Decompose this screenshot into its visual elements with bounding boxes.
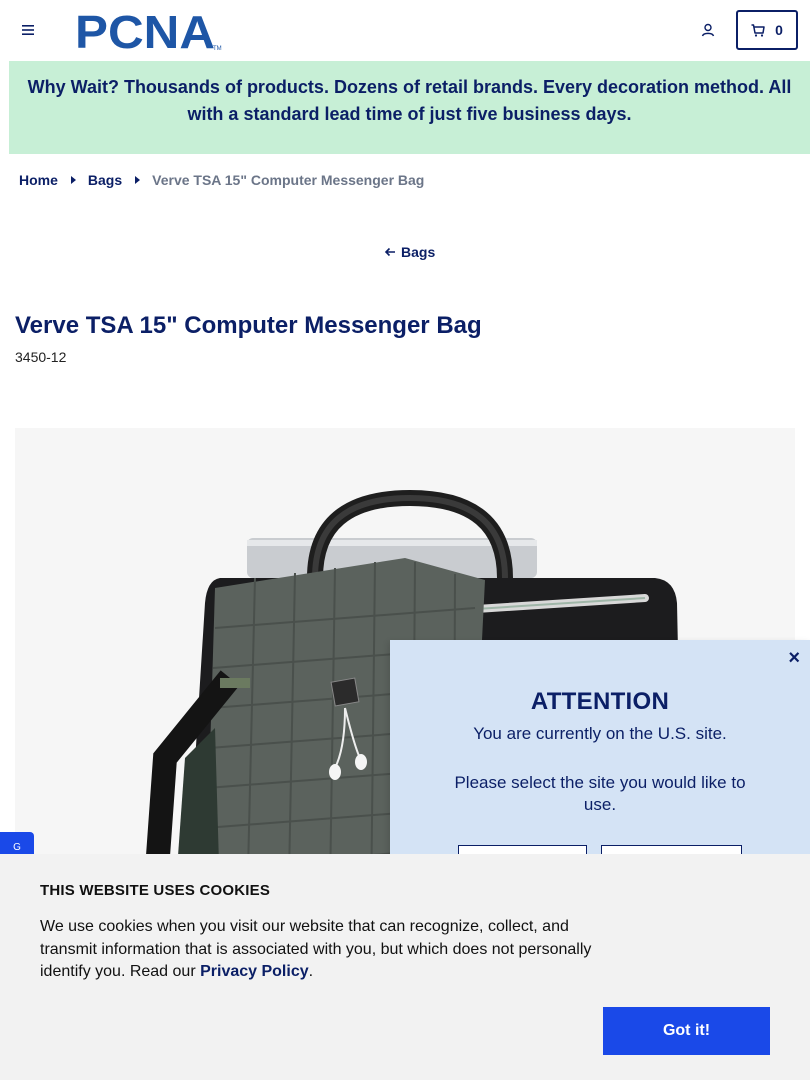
product-sku: 3450-12 xyxy=(15,349,67,365)
logo-trademark: TM xyxy=(213,46,222,52)
modal-select-site-text: Please select the site you would like to… xyxy=(454,773,746,814)
product-title: Verve TSA 15" Computer Messenger Bag xyxy=(15,312,482,339)
menu-button[interactable] xyxy=(18,20,38,40)
account-button[interactable] xyxy=(698,20,718,40)
site-header: PCNA TM 0 xyxy=(0,0,810,61)
back-link-label: Bags xyxy=(401,244,436,260)
site-select-modal: × ATTENTION You are currently on the U.S… xyxy=(390,640,810,885)
arrow-left-icon xyxy=(384,247,395,257)
breadcrumb: Home Bags Verve TSA 15" Computer Messeng… xyxy=(19,172,424,188)
hamburger-icon xyxy=(22,25,34,35)
cookie-banner: THIS WEBSITE USES COOKIES We use cookies… xyxy=(0,854,810,1080)
modal-close-icon[interactable]: × xyxy=(788,648,800,668)
back-to-category-link[interactable]: Bags xyxy=(384,244,435,260)
logo-text: PCNA xyxy=(75,10,215,52)
breadcrumb-separator-icon xyxy=(135,176,141,184)
modal-title: ATTENTION xyxy=(530,688,670,715)
modal-current-site-text: You are currently on the U.S. site. xyxy=(473,724,727,743)
cart-button[interactable]: 0 xyxy=(736,10,798,50)
breadcrumb-separator-icon xyxy=(70,176,76,184)
breadcrumb-current: Verve TSA 15" Computer Messenger Bag xyxy=(152,172,425,188)
user-icon xyxy=(701,23,715,37)
page: PCNA TM 0 Why Wait? Thousands of product… xyxy=(0,0,810,1080)
cart-icon xyxy=(751,23,765,37)
breadcrumb-bags[interactable]: Bags xyxy=(88,172,122,188)
cookie-text-end: . xyxy=(308,963,314,980)
breadcrumb-home[interactable]: Home xyxy=(19,172,58,188)
promo-banner: Why Wait? Thousands of products. Dozens … xyxy=(9,61,810,154)
cookie-title: THIS WEBSITE USES COOKIES xyxy=(40,882,271,899)
cookie-accept-button[interactable]: Got it! xyxy=(603,1007,770,1055)
cart-count: 0 xyxy=(775,22,783,38)
pcna-logo[interactable]: PCNA TM xyxy=(75,6,225,58)
promo-banner-text: Why Wait? Thousands of products. Dozens … xyxy=(27,77,792,124)
privacy-policy-link[interactable]: Privacy Policy xyxy=(200,963,309,980)
side-tab-label: G xyxy=(13,842,21,853)
cookie-text-body: We use cookies when you visit our websit… xyxy=(40,918,592,980)
cookie-text: We use cookies when you visit our websit… xyxy=(40,916,600,984)
